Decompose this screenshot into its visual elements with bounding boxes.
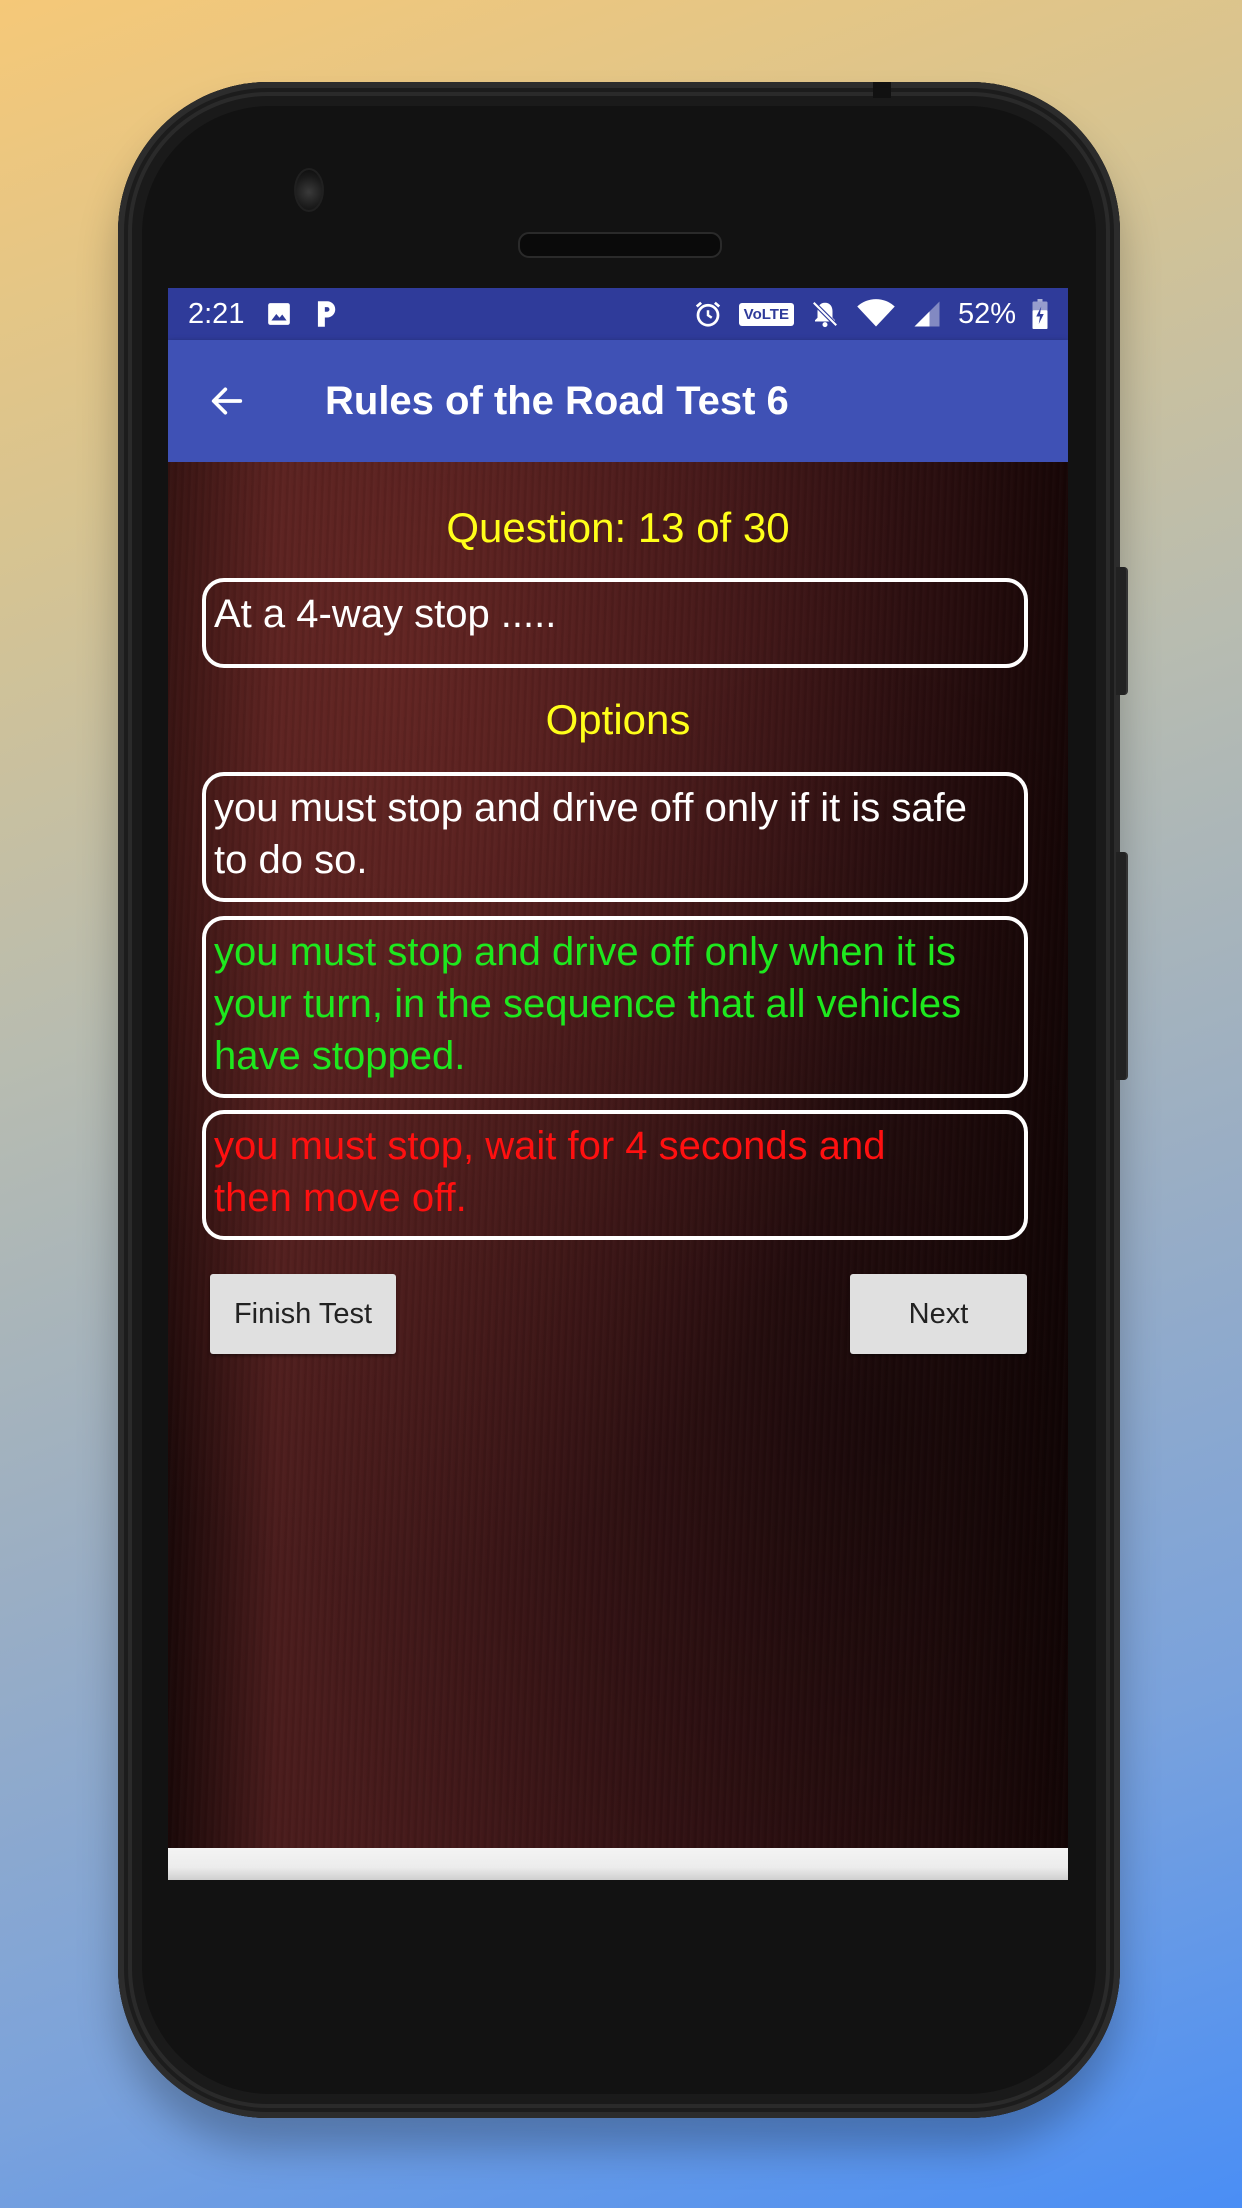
status-bar: 2:21 VoLTE 52% <box>168 288 1068 340</box>
back-button[interactable] <box>202 376 252 426</box>
volume-button <box>1116 852 1128 1080</box>
page-title: Rules of the Road Test 6 <box>325 379 789 423</box>
alarm-icon <box>693 299 723 329</box>
option-2-correct[interactable]: you must stop and drive off only when it… <box>202 916 1028 1098</box>
earpiece-speaker <box>518 232 722 258</box>
device-screen: 2:21 VoLTE 52% Rules of the Road Test 6 … <box>168 288 1068 1880</box>
power-button <box>1116 567 1128 695</box>
front-camera <box>294 168 324 212</box>
question-counter: Question: 13 of 30 <box>446 504 790 551</box>
notifications-off-icon <box>810 299 840 329</box>
bottom-banner-area <box>168 1848 1068 1880</box>
next-button[interactable]: Next <box>850 1274 1027 1354</box>
quiz-content: Question: 13 of 30 At a 4-way stop .....… <box>168 462 1068 1848</box>
image-icon <box>266 301 292 327</box>
finish-test-button[interactable]: Finish Test <box>210 1274 396 1354</box>
option-1[interactable]: you must stop and drive off only if it i… <box>202 772 1028 902</box>
cell-signal-icon <box>912 299 942 329</box>
options-heading: Options <box>545 696 691 743</box>
battery-charging-icon <box>1032 299 1048 329</box>
phone-top-notch <box>873 82 891 98</box>
option-text: you must stop and drive off only if it i… <box>214 786 967 882</box>
arrow-left-icon <box>211 387 243 415</box>
volte-icon: VoLTE <box>738 302 794 326</box>
wifi-icon <box>856 299 896 329</box>
option-text: you must stop and drive off only when it… <box>214 930 962 1078</box>
question-box: At a 4-way stop ..... <box>202 578 1028 668</box>
option-3-incorrect[interactable]: you must stop, wait for 4 seconds and th… <box>202 1110 1028 1240</box>
question-text: At a 4-way stop ..... <box>214 592 557 636</box>
option-text: you must stop, wait for 4 seconds and th… <box>214 1124 886 1220</box>
status-time: 2:21 <box>188 297 245 330</box>
battery-percent: 52% <box>957 297 1016 330</box>
app-bar: Rules of the Road Test 6 <box>168 340 1068 462</box>
p-app-icon <box>314 299 338 329</box>
